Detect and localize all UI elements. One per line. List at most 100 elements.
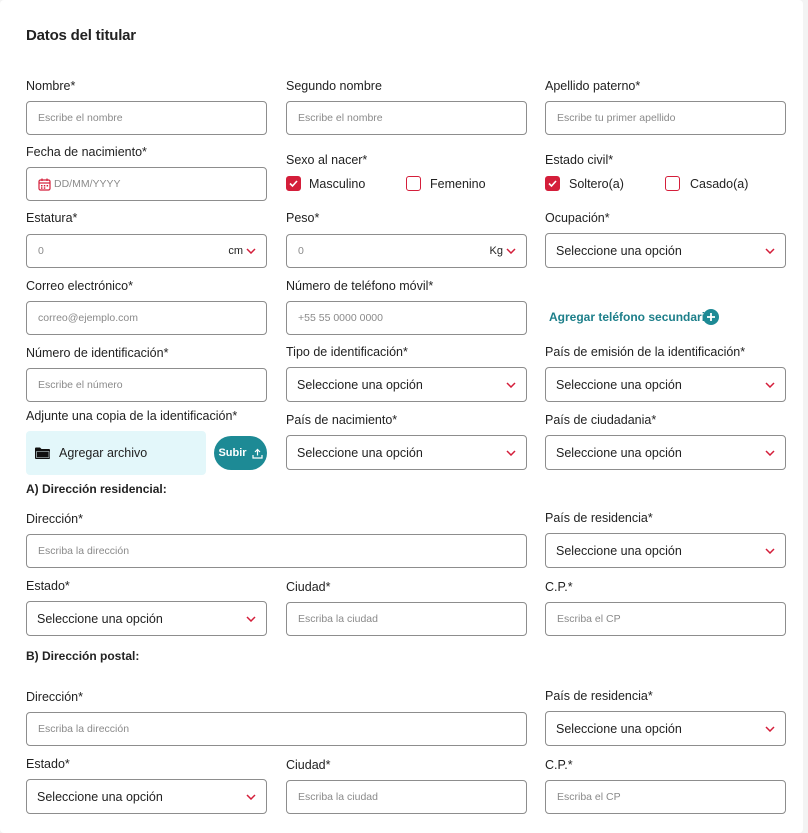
estatura-value: 0 xyxy=(38,245,44,257)
chevron-down-icon xyxy=(765,247,775,254)
pais-emision-value: Seleccione una opción xyxy=(556,377,682,392)
soltero-checkbox[interactable] xyxy=(545,176,560,191)
residencial-direccion-label: Dirección* xyxy=(26,512,83,526)
plus-icon xyxy=(707,313,715,321)
telefono-label: Número de teléfono móvil* xyxy=(286,279,434,293)
nombre-label: Nombre* xyxy=(26,79,76,93)
num-identificacion-input[interactable]: Escribe el número xyxy=(26,368,267,402)
pais-nacimiento-value: Seleccione una opción xyxy=(297,445,423,460)
postal-pais-value: Seleccione una opción xyxy=(556,721,682,736)
fecha-nacimiento-placeholder: DD/MM/YYYY xyxy=(54,178,121,190)
pais-nacimiento-select[interactable]: Seleccione una opción xyxy=(286,435,527,470)
folder-icon xyxy=(35,447,50,459)
estatura-unit: cm xyxy=(228,245,243,257)
peso-input[interactable]: 0 Kg xyxy=(286,234,527,268)
residencial-pais-label: País de residencia* xyxy=(545,511,653,525)
pais-ciudadania-value: Seleccione una opción xyxy=(556,445,682,460)
peso-value: 0 xyxy=(298,245,304,257)
ocupacion-label: Ocupación* xyxy=(545,211,610,225)
residencial-cp-input[interactable]: Escriba el CP xyxy=(545,602,786,636)
calendar-icon xyxy=(38,178,51,191)
telefono-input[interactable]: +55 55 0000 0000 xyxy=(286,301,527,335)
postal-estado-value: Seleccione una opción xyxy=(37,789,163,804)
masculino-label: Masculino xyxy=(309,177,366,191)
residencial-direccion-input[interactable]: Escriba la dirección xyxy=(26,534,527,568)
add-file-label: Agregar archivo xyxy=(59,446,148,460)
casado-label: Casado(a) xyxy=(690,177,749,191)
tipo-identificacion-label: Tipo de identificación* xyxy=(286,345,408,359)
chevron-down-icon xyxy=(506,248,516,254)
residencial-ciudad-input[interactable]: Escriba la ciudad xyxy=(286,602,527,636)
sexo-label: Sexo al nacer* xyxy=(286,153,368,167)
segundo-nombre-label: Segundo nombre xyxy=(286,79,382,93)
estatura-input[interactable]: 0 cm xyxy=(26,234,267,268)
residencial-cp-label: C.P.* xyxy=(545,580,573,594)
fecha-nacimiento-input[interactable]: DD/MM/YYYY xyxy=(26,167,267,201)
ocupacion-value: Seleccione una opción xyxy=(556,243,682,258)
upload-button[interactable]: Subir xyxy=(214,436,267,470)
pais-ciudadania-select[interactable]: Seleccione una opción xyxy=(545,435,786,470)
apellido-paterno-input[interactable]: Escribe tu primer apellido xyxy=(545,101,786,135)
check-icon xyxy=(289,180,298,188)
estado-civil-label: Estado civil* xyxy=(545,153,614,167)
postal-ciudad-label: Ciudad* xyxy=(286,758,331,772)
chevron-down-icon xyxy=(246,615,256,622)
check-icon xyxy=(548,180,557,188)
soltero-label: Soltero(a) xyxy=(569,177,624,191)
chevron-down-icon xyxy=(246,248,256,254)
add-file-area[interactable]: Agregar archivo xyxy=(26,431,206,475)
tipo-identificacion-select[interactable]: Seleccione una opción xyxy=(286,367,527,402)
postal-estado-label: Estado* xyxy=(26,757,70,771)
apellido-paterno-label: Apellido paterno* xyxy=(545,79,641,93)
add-secondary-phone-link[interactable]: Agregar teléfono secundario xyxy=(549,310,712,324)
chevron-down-icon xyxy=(246,793,256,800)
residencial-pais-select[interactable]: Seleccione una opción xyxy=(545,533,786,568)
upload-button-label: Subir xyxy=(218,447,247,459)
casado-checkbox[interactable] xyxy=(665,176,680,191)
femenino-checkbox[interactable] xyxy=(406,176,421,191)
residencial-estado-select[interactable]: Seleccione una opción xyxy=(26,601,267,636)
chevron-down-icon xyxy=(506,381,516,388)
form-card: Datos del titular Nombre* Escribe el nom… xyxy=(0,0,803,833)
masculino-checkbox[interactable] xyxy=(286,176,301,191)
postal-estado-select[interactable]: Seleccione una opción xyxy=(26,779,267,814)
chevron-down-icon xyxy=(765,547,775,554)
pais-emision-select[interactable]: Seleccione una opción xyxy=(545,367,786,402)
residencial-estado-value: Seleccione una opción xyxy=(37,611,163,626)
add-secondary-phone-button[interactable] xyxy=(703,309,719,325)
postal-cp-label: C.P.* xyxy=(545,758,573,772)
adjunte-label: Adjunte una copia de la identificación* xyxy=(26,409,238,423)
chevron-down-icon xyxy=(765,449,775,456)
postal-cp-input[interactable]: Escriba el CP xyxy=(545,780,786,814)
estatura-unit-select[interactable]: cm xyxy=(228,235,256,267)
peso-unit: Kg xyxy=(489,245,503,257)
tipo-identificacion-value: Seleccione una opción xyxy=(297,377,423,392)
femenino-label: Femenino xyxy=(430,177,486,191)
upload-icon xyxy=(251,448,263,459)
residencial-estado-label: Estado* xyxy=(26,579,70,593)
residencial-ciudad-label: Ciudad* xyxy=(286,580,331,594)
residencial-pais-value: Seleccione una opción xyxy=(556,543,682,558)
pais-nacimiento-label: País de nacimiento* xyxy=(286,413,398,427)
pais-emision-label: País de emisión de la identificación* xyxy=(545,345,746,359)
peso-label: Peso* xyxy=(286,211,320,225)
peso-unit-select[interactable]: Kg xyxy=(490,235,516,267)
correo-input[interactable]: correo@ejemplo.com xyxy=(26,301,267,335)
postal-direccion-label: Dirección* xyxy=(26,690,83,704)
postal-pais-select[interactable]: Seleccione una opción xyxy=(545,711,786,746)
pais-ciudadania-label: País de ciudadania* xyxy=(545,413,657,427)
residential-section-title: A) Dirección residencial: xyxy=(26,482,167,496)
nombre-input[interactable]: Escribe el nombre xyxy=(26,101,267,135)
postal-pais-label: País de residencia* xyxy=(545,689,653,703)
postal-ciudad-input[interactable]: Escriba la ciudad xyxy=(286,780,527,814)
postal-direccion-input[interactable]: Escriba la dirección xyxy=(26,712,527,746)
chevron-down-icon xyxy=(765,725,775,732)
chevron-down-icon xyxy=(765,381,775,388)
correo-label: Correo electrónico* xyxy=(26,279,133,293)
segundo-nombre-input[interactable]: Escribe el nombre xyxy=(286,101,527,135)
num-identificacion-label: Número de identificación* xyxy=(26,346,169,360)
chevron-down-icon xyxy=(506,449,516,456)
fecha-nacimiento-label: Fecha de nacimiento* xyxy=(26,145,147,159)
estatura-label: Estatura* xyxy=(26,211,78,225)
ocupacion-select[interactable]: Seleccione una opción xyxy=(545,233,786,268)
